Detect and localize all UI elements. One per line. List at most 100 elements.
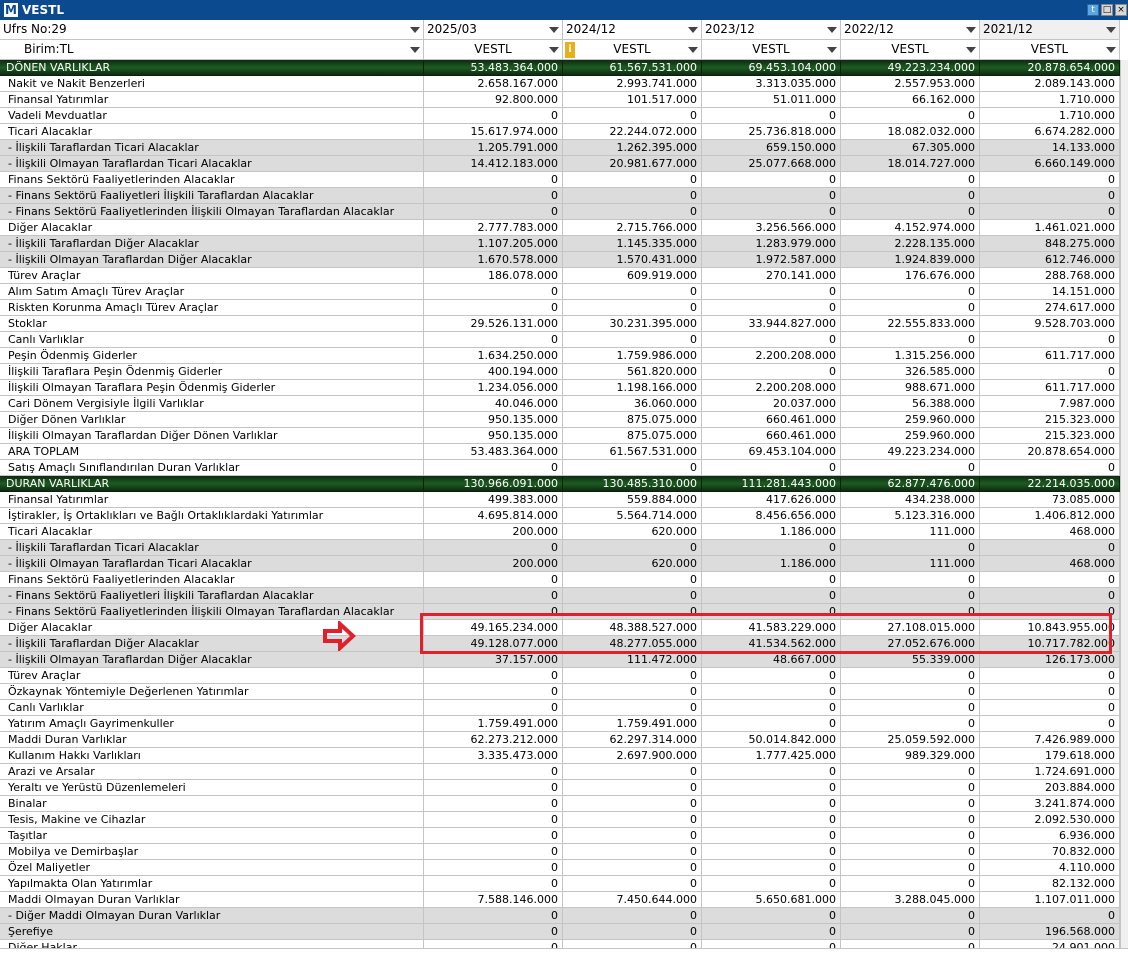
table-row[interactable]: Türev Araçlar 186.078.000 609.919.000 270.1… (0, 268, 1120, 284)
table-row[interactable]: Tesis, Makine ve Cihazlar 0 0 0 0 2.092.530.0… (0, 812, 1120, 828)
row-label: Ticari Alacaklar (0, 524, 424, 540)
table-row[interactable]: Canlı Varlıklar 0 0 0 0 0 (0, 332, 1120, 348)
table-row[interactable]: - İlişkili Olmayan Taraflardan Diğer Ala… (0, 252, 1120, 268)
value-cell: 400.194.000 (424, 364, 563, 380)
value-cell: 0 (702, 908, 841, 924)
period-label: 2025/03 (427, 22, 477, 36)
info-icon[interactable]: i (565, 42, 575, 58)
table-row[interactable]: - Finans Sektörü Faaliyetleri İlişkili T… (0, 588, 1120, 604)
birim-selector[interactable]: Birim:TL (0, 40, 424, 60)
table-row[interactable]: Alım Satım Amaçlı Türev Araçlar 0 0 0 0 14.15… (0, 284, 1120, 300)
table-row[interactable]: Ticari Alacaklar 15.617.974.000 22.244.072… (0, 124, 1120, 140)
twitter-icon[interactable]: t (1087, 4, 1099, 16)
section-row[interactable]: DÖNEN VARLIKLAR 53.483.364.000 61.567.531.… (0, 60, 1120, 76)
value-cell: 50.014.842.000 (702, 732, 841, 748)
table-row[interactable]: - İlişkili Olmayan Taraflardan Ticari Al… (0, 156, 1120, 172)
table-row[interactable]: Riskten Korunma Amaçlı Türev Araçlar 0 0 0 0… (0, 300, 1120, 316)
table-row[interactable]: ARA TOPLAM 53.483.364.000 61.567.531.000 69… (0, 444, 1120, 460)
table-row[interactable]: Maddi Olmayan Duran Varlıklar 7.588.146.0… (0, 892, 1120, 908)
table-row[interactable]: Ticari Alacaklar 200.000 620.000 1.186.000 1… (0, 524, 1120, 540)
ticker-selector[interactable]: VESTL (702, 40, 841, 60)
section-row[interactable]: DURAN VARLIKLAR 130.966.091.000 130.485.31… (0, 476, 1120, 492)
table-row[interactable]: Finans Sektörü Faaliyetlerinden Alacakla… (0, 172, 1120, 188)
period-selector[interactable]: 2025/03 (424, 20, 563, 40)
value-cell: 288.768.000 (980, 268, 1120, 284)
value-cell: 0 (702, 876, 841, 892)
period-selector[interactable]: 2022/12 (841, 20, 980, 40)
table-row[interactable]: Yatırım Amaçlı Gayrimenkuller 1.759.491.0… (0, 716, 1120, 732)
table-row[interactable]: - İlişkili Taraflardan Diğer Alacaklar 1.… (0, 236, 1120, 252)
table-row[interactable]: Stoklar 29.526.131.000 30.231.395.000 33.94… (0, 316, 1120, 332)
table-row[interactable]: Finansal Yatırımlar 499.383.000 559.884.00… (0, 492, 1120, 508)
value-cell: 130.485.310.000 (563, 476, 702, 492)
table-row[interactable]: Diğer Dönen Varlıklar 950.135.000 875.075.… (0, 412, 1120, 428)
table-row[interactable]: Vadeli Mevduatlar 0 0 0 0 1.710.000 (0, 108, 1120, 124)
app-logo-icon: M (4, 3, 18, 17)
value-cell: 111.000 (841, 556, 980, 572)
table-row[interactable]: Cari Dönem Vergisiyle İlgili Varlıklar 40… (0, 396, 1120, 412)
table-row[interactable]: Peşin Ödenmiş Giderler 1.634.250.000 1.759… (0, 348, 1120, 364)
value-cell: 82.132.000 (980, 876, 1120, 892)
table-row[interactable]: Şerefiye 0 0 0 0 196.568.000 (0, 924, 1120, 940)
vertical-scrollbar[interactable] (1120, 60, 1128, 948)
table-row[interactable]: İlişkili Taraflara Peşin Ödenmiş Giderle… (0, 364, 1120, 380)
table-row[interactable]: Canlı Varlıklar 0 0 0 0 0 (0, 700, 1120, 716)
value-cell: 61.567.531.000 (563, 444, 702, 460)
value-cell: 92.800.000 (424, 92, 563, 108)
value-cell: 111.281.443.000 (702, 476, 841, 492)
table-row[interactable]: Taşıtlar 0 0 0 0 6.936.000 (0, 828, 1120, 844)
table-row[interactable]: Binalar 0 0 0 0 3.241.874.000 (0, 796, 1120, 812)
row-label: Finansal Yatırımlar (0, 492, 424, 508)
value-cell: 0 (702, 700, 841, 716)
ufrs-selector[interactable]: Ufrs No:29 (0, 20, 424, 40)
value-cell: 0 (563, 700, 702, 716)
table-row[interactable]: İlişkili Olmayan Taraflara Peşin Ödenmiş… (0, 380, 1120, 396)
period-label: 2024/12 (566, 22, 616, 36)
row-label: Türev Araçlar (0, 268, 424, 284)
table-row[interactable]: Arazi ve Arsalar 0 0 0 0 1.724.691.000 (0, 764, 1120, 780)
table-row[interactable]: İlişkili Olmayan Taraflardan Diğer Dönen… (0, 428, 1120, 444)
table-row[interactable]: Diğer Alacaklar 2.777.783.000 2.715.766.00… (0, 220, 1120, 236)
table-row[interactable]: Maddi Duran Varlıklar 62.273.212.000 62.29… (0, 732, 1120, 748)
table-row[interactable]: - Finans Sektörü Faaliyetlerinden İlişki… (0, 204, 1120, 220)
table-row[interactable]: - İlişkili Taraflardan Ticari Alacaklar 1… (0, 140, 1120, 156)
table-row[interactable]: - İlişkili Taraflardan Ticari Alacaklar 0… (0, 540, 1120, 556)
table-row[interactable]: Kullanım Hakkı Varlıkları 3.335.473.000 2.… (0, 748, 1120, 764)
value-cell: 196.568.000 (980, 924, 1120, 940)
table-row[interactable]: Yeraltı ve Yerüstü Düzenlemeleri 0 0 0 0 203.… (0, 780, 1120, 796)
table-row[interactable]: Özel Maliyetler 0 0 0 0 4.110.000 (0, 860, 1120, 876)
ticker-selector[interactable]: VESTL (980, 40, 1120, 60)
table-row[interactable]: Finans Sektörü Faaliyetlerinden Alacakla… (0, 572, 1120, 588)
value-cell: 7.588.146.000 (424, 892, 563, 908)
row-label: - Finans Sektörü Faaliyetleri İlişkili T… (0, 588, 424, 604)
close-icon[interactable]: × (1115, 4, 1127, 16)
table-row[interactable]: Mobilya ve Demirbaşlar 0 0 0 0 70.832.000 (0, 844, 1120, 860)
ticker-selector[interactable]: VESTL (841, 40, 980, 60)
period-selector[interactable]: 2024/12 (563, 20, 702, 40)
value-cell: 0 (563, 460, 702, 476)
period-selector[interactable]: 2023/12 (702, 20, 841, 40)
restore-icon[interactable]: □ (1101, 4, 1113, 16)
table-row[interactable]: - Diğer Maddi Olmayan Duran Varlıklar 0 0 0… (0, 908, 1120, 924)
value-cell: 22.555.833.000 (841, 316, 980, 332)
table-row[interactable]: - İlişkili Olmayan Taraflardan Ticari Al… (0, 556, 1120, 572)
table-row[interactable]: Yapılmakta Olan Yatırımlar 0 0 0 0 82.132.000 (0, 876, 1120, 892)
ticker-selector[interactable]: i VESTL (563, 40, 702, 60)
ticker-selector[interactable]: VESTL (424, 40, 563, 60)
table-row[interactable]: Finansal Yatırımlar 92.800.000 101.517.000… (0, 92, 1120, 108)
value-cell: 14.151.000 (980, 284, 1120, 300)
table-row[interactable]: Satış Amaçlı Sınıflandırılan Duran Varlı… (0, 460, 1120, 476)
table-row[interactable]: Türev Araçlar 0 0 0 0 0 (0, 668, 1120, 684)
row-label: Kullanım Hakkı Varlıkları (0, 748, 424, 764)
row-label: Türev Araçlar (0, 668, 424, 684)
table-row[interactable]: - İlişkili Olmayan Taraflardan Diğer Ala… (0, 652, 1120, 668)
value-cell: 0 (702, 764, 841, 780)
table-row[interactable]: İştirakler, İş Ortaklıkları ve Bağlı Ort… (0, 508, 1120, 524)
period-selector[interactable]: 2021/12 (980, 20, 1120, 40)
value-cell: 5.564.714.000 (563, 508, 702, 524)
table-row[interactable]: Nakit ve Nakit Benzerleri 2.658.167.000 2.… (0, 76, 1120, 92)
table-row[interactable]: Özkaynak Yöntemiyle Değerlenen Yatırımla… (0, 684, 1120, 700)
table-row[interactable]: - Finans Sektörü Faaliyetleri İlişkili T… (0, 188, 1120, 204)
value-cell: 0 (841, 684, 980, 700)
horizontal-scrollbar[interactable] (0, 948, 1128, 962)
